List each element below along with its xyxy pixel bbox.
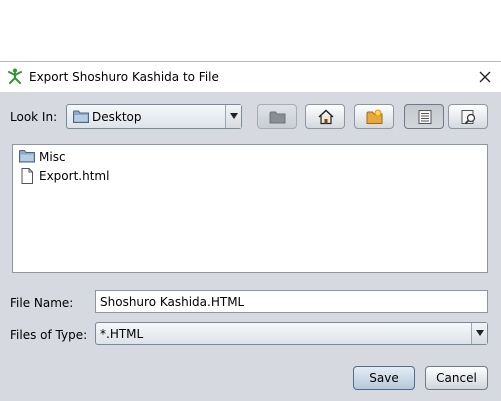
cancel-button[interactable]: Cancel bbox=[425, 366, 488, 390]
home-button[interactable] bbox=[305, 104, 345, 129]
file-type-label: Files of Type: bbox=[10, 328, 88, 342]
file-name: Misc bbox=[39, 150, 66, 164]
look-in-dropdown-button[interactable] bbox=[225, 105, 241, 128]
look-in-label: Look In: bbox=[10, 110, 58, 124]
document-icon bbox=[21, 168, 33, 184]
chevron-down-icon bbox=[476, 330, 484, 336]
up-one-level-button[interactable] bbox=[257, 104, 297, 129]
app-figure-icon bbox=[8, 68, 22, 84]
file-name-input[interactable] bbox=[95, 290, 488, 313]
file-type-combo[interactable]: *.HTML bbox=[95, 322, 488, 345]
chevron-down-icon bbox=[230, 113, 238, 119]
list-view-icon bbox=[418, 110, 432, 124]
up-one-level-icon bbox=[269, 111, 286, 124]
folder-icon bbox=[19, 150, 35, 163]
title-bar: Export Shoshuro Kashida to File bbox=[0, 62, 501, 92]
export-dialog: Export Shoshuro Kashida to File Look In:… bbox=[0, 61, 501, 401]
look-in-value: Desktop bbox=[92, 110, 142, 124]
look-in-combo[interactable]: Desktop bbox=[66, 104, 242, 129]
details-view-button[interactable] bbox=[448, 104, 488, 129]
file-type-dropdown-button[interactable] bbox=[471, 323, 487, 344]
save-button[interactable]: Save bbox=[353, 366, 415, 390]
list-view-button[interactable] bbox=[404, 104, 444, 129]
dialog-title: Export Shoshuro Kashida to File bbox=[29, 70, 219, 84]
close-icon[interactable] bbox=[476, 68, 494, 86]
folder-icon bbox=[73, 110, 89, 123]
file-name: Export.html bbox=[39, 169, 110, 183]
new-folder-button[interactable] bbox=[354, 104, 394, 129]
file-list[interactable]: Misc Export.html bbox=[12, 144, 488, 273]
new-folder-icon bbox=[366, 109, 383, 124]
file-type-value: *.HTML bbox=[100, 327, 144, 341]
details-view-icon bbox=[461, 110, 476, 125]
file-name-label: File Name: bbox=[10, 296, 74, 310]
list-item-misc[interactable]: Misc bbox=[19, 148, 159, 166]
list-item-export-html[interactable]: Export.html bbox=[19, 167, 159, 185]
home-icon bbox=[318, 109, 334, 125]
